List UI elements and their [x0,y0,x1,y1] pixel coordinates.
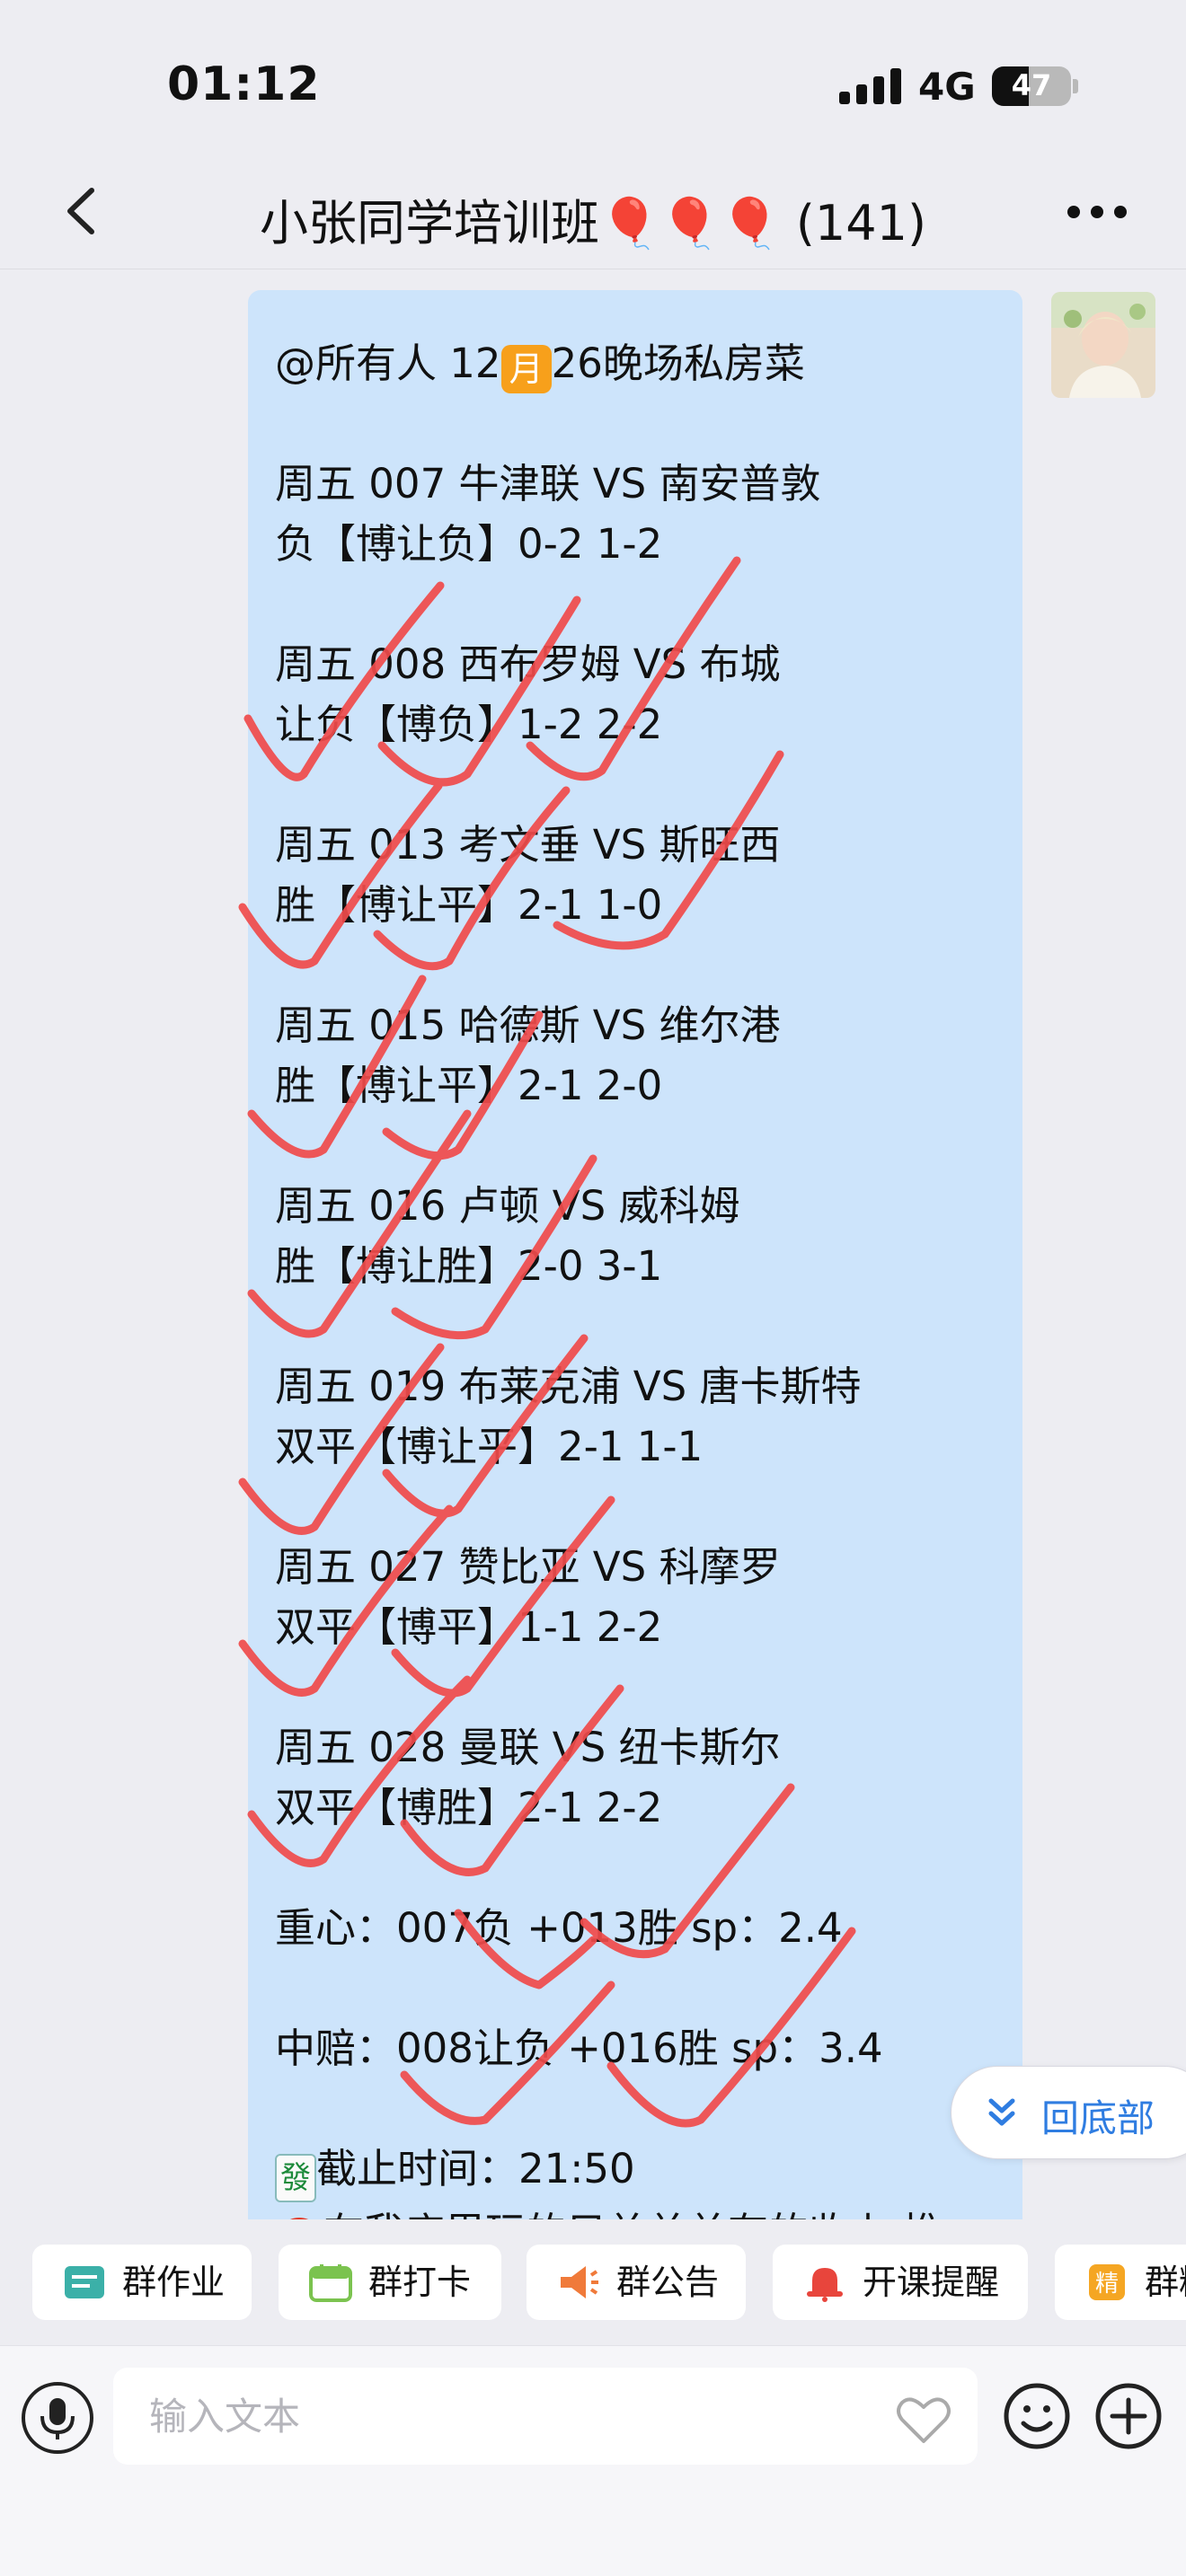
more-dot-icon [1067,206,1080,218]
more-button[interactable] [1067,203,1127,221]
deadline-line: 發截止时间：21:50 [275,2139,996,2202]
match-pick-line: 胜【博让胜】2-0 3-1 [275,1242,663,1290]
quick-action-featured[interactable]: 精 群精 [1055,2245,1186,2320]
mention-text: @所有人 12 [275,340,501,387]
match-line: 周五 019 布莱克浦 VS 唐卡斯特 [275,1363,862,1410]
match-pick-line: 双平【博让平】2-1 1-1 [275,1423,704,1470]
match-line: 周五 007 牛津联 VS 南安普敦 [275,460,821,507]
more-actions-button[interactable] [1093,2380,1164,2452]
network-type: 4G [918,65,976,109]
closing-line: 祝在我店里玩的只单单单有的收上 推 [275,2202,996,2219]
quick-action-announcement[interactable]: 群公告 [527,2245,746,2320]
match-line: 周五 028 曼联 VS 纽卡斯尔 [275,1724,781,1771]
fa-emoji-icon: 發 [275,2154,316,2202]
status-time: 01:12 [167,57,321,111]
group-title: 小张同学培训班🎈🎈🎈 (141) [259,195,927,251]
match-pick-line: 让负【博负】1-2 2-2 [275,701,663,748]
match-line: 周五 013 考文垂 VS 斯旺西 [275,821,781,869]
emoji-button[interactable] [1001,2380,1073,2452]
quick-action-class-reminder[interactable]: 开课提醒 [773,2245,1028,2320]
plus-icon [1095,2383,1162,2449]
quick-action-label: 开课提醒 [863,2263,1000,2302]
match-line: 周五 027 赞比亚 VS 科摩罗 [275,1543,781,1591]
avatar[interactable] [1051,292,1155,398]
quick-action-checkin[interactable]: 群打卡 [279,2245,501,2320]
match-pick-line: 胜【博让平】2-1 2-0 [275,1062,663,1109]
closing-text: 在我店里玩的只单单单有的收上 推 [323,2209,943,2219]
message-input[interactable] [113,2368,978,2465]
match-line: 周五 015 哈德斯 VS 维尔港 [275,1001,781,1049]
homework-icon [65,2266,104,2298]
match-pick-line: 双平【博平】1-1 2-2 [275,1603,663,1651]
match-pick-line: 胜【博让平】2-1 1-0 [275,881,663,929]
more-dot-icon [1091,206,1103,218]
focus-line: 重心：007负 +013胜 sp：2.4 [275,1904,843,1952]
quick-action-label: 群精 [1145,2263,1186,2302]
mention-tail-text: 26晚场私房菜 [551,340,805,387]
status-bar: 01:12 4G 47 [0,0,1186,153]
input-bar [0,2345,1186,2576]
match-line: 周五 008 西布罗姆 VS 布城 [275,640,781,688]
announcement-icon [561,2266,598,2298]
message-bubble[interactable]: @所有人 12 月 26晚场私房菜 周五 007 牛津联 VS 南安普敦 负【博让负… [248,290,1022,2219]
battery-tip [1073,79,1078,93]
avatar-image [1051,292,1155,398]
bell-icon [807,2268,843,2302]
quick-action-label: 群作业 [122,2263,226,2302]
mid-odds-line: 中赔：008让负 +016胜 sp：3.4 [275,2025,883,2072]
scroll-to-bottom-label: 回底部 [1041,2096,1155,2140]
checkin-icon [309,2264,352,2302]
quick-action-label: 群打卡 [368,2263,472,2302]
favorite-button[interactable] [895,2395,952,2445]
battery-level: 47 [1011,68,1052,102]
match-pick-line: 双平【博胜】2-1 2-2 [275,1784,663,1831]
microphone-icon [40,2398,75,2439]
featured-icon: 精 [1089,2264,1125,2300]
smile-icon [1004,2383,1070,2449]
match-pick-line: 负【博让负】0-2 1-2 [275,520,663,568]
battery-icon: 47 [992,66,1071,106]
deadline-text: 截止时间：21:50 [316,2145,635,2192]
more-dot-icon [1114,206,1127,218]
quick-action-homework[interactable]: 群作业 [32,2245,252,2320]
voice-input-button[interactable] [22,2382,93,2454]
double-chevron-down-icon [988,2098,1015,2126]
month-emoji-icon: 月 [500,345,552,393]
quick-actions-bar: 群作业 群打卡 群公告 开课提醒 精 群精 [0,2219,1186,2345]
svg-text:精: 精 [1095,2271,1119,2298]
signal-icon [839,68,902,104]
chat-area[interactable]: @所有人 12 月 26晚场私房菜 周五 007 牛津联 VS 南安普敦 负【博让负… [0,270,1186,2219]
match-line: 周五 016 卢顿 VS 威科姆 [275,1182,740,1230]
chat-header: 小张同学培训班🎈🎈🎈 (141) [0,153,1186,269]
message-mention-line: @所有人 12 月 26晚场私房菜 [275,333,996,393]
quick-action-label: 群公告 [616,2263,720,2302]
heart-icon [897,2397,951,2443]
scroll-to-bottom-button[interactable]: 回底部 [951,2066,1186,2159]
